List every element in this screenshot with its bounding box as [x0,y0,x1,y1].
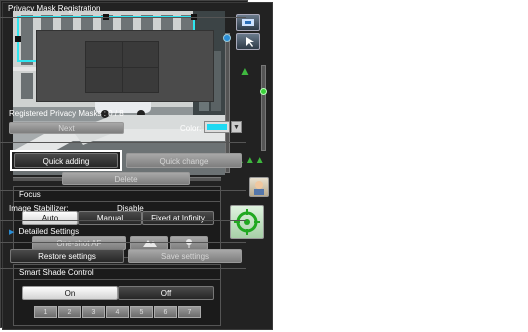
privacy-mask-preview[interactable] [36,30,214,102]
color-label: Color: [180,124,202,133]
detailed-settings-toggle[interactable]: ▶ Detailed Settings [9,226,79,238]
level-7-button[interactable]: 7 [178,306,201,318]
focus-panel: Focus Auto Manual Fixed at Infinity One-… [13,186,221,258]
smart-shade-panel: Smart Shade Control On Off 1 2 3 4 5 6 7 [13,264,221,326]
save-settings-button[interactable]: Save settings [128,249,242,263]
flower-icon[interactable] [170,236,208,250]
level-1-button[interactable]: 1 [34,306,57,318]
color-swatch[interactable] [204,121,230,133]
section-divider [0,190,246,191]
zoom-slider[interactable] [260,65,267,151]
tilt-slider[interactable] [223,33,231,173]
level-2-button[interactable]: 2 [58,306,81,318]
smart-shade-off-button[interactable]: Off [118,286,214,300]
level-6-button[interactable]: 6 [154,306,177,318]
next-button[interactable]: Next [9,122,124,134]
focus-manual-button[interactable]: Manual [78,211,142,225]
triangle-right-icon: ▶ [9,229,15,236]
smart-shade-level-bar: 1 2 3 4 5 6 7 [34,306,202,318]
privacy-mask-title: Privacy Mask Registration [0,0,246,18]
camera-settings-app: ▲ ▲▲▲ Focus Auto Manual Fixed at Infinit… [0,0,528,332]
section-divider [0,268,246,269]
crosshair-target-icon[interactable] [230,205,264,239]
level-3-button[interactable]: 3 [82,306,105,318]
mountain-icon[interactable] [130,236,168,250]
detailed-settings-label: Detailed Settings [18,227,80,236]
registered-masks-label: Registered Privacy Masks : 0 / 8 [9,109,124,118]
level-4-button[interactable]: 4 [106,306,129,318]
quick-change-button[interactable]: Quick change [126,153,242,168]
dropdown-arrow-icon[interactable]: ▼ [231,121,242,133]
quick-adding-button[interactable]: Quick adding [14,153,118,168]
smart-shade-on-button[interactable]: On [22,286,118,300]
focus-fixed-infinity-button[interactable]: Fixed at Infinity [142,211,214,225]
focus-auto-button[interactable]: Auto [22,211,78,225]
mask-preview-area [85,41,159,93]
restore-settings-button[interactable]: Restore settings [10,249,124,263]
cursor-icon[interactable] [236,33,260,50]
section-divider [0,242,246,243]
image-stabilizer-value: Disable [117,204,144,213]
zoom-slider-thumb[interactable] [260,88,267,95]
tree-small-icon: ▲ [239,64,251,78]
portrait-icon[interactable] [249,177,269,197]
tilt-slider-thumb[interactable] [223,34,231,42]
section-divider [0,220,246,221]
level-5-button[interactable]: 5 [130,306,153,318]
image-stabilizer-label: Image Stabilizer: [9,204,69,213]
section-divider [0,142,246,143]
one-shot-af-button[interactable]: One-shot AF [32,236,126,250]
delete-button[interactable]: Delete [62,172,190,185]
